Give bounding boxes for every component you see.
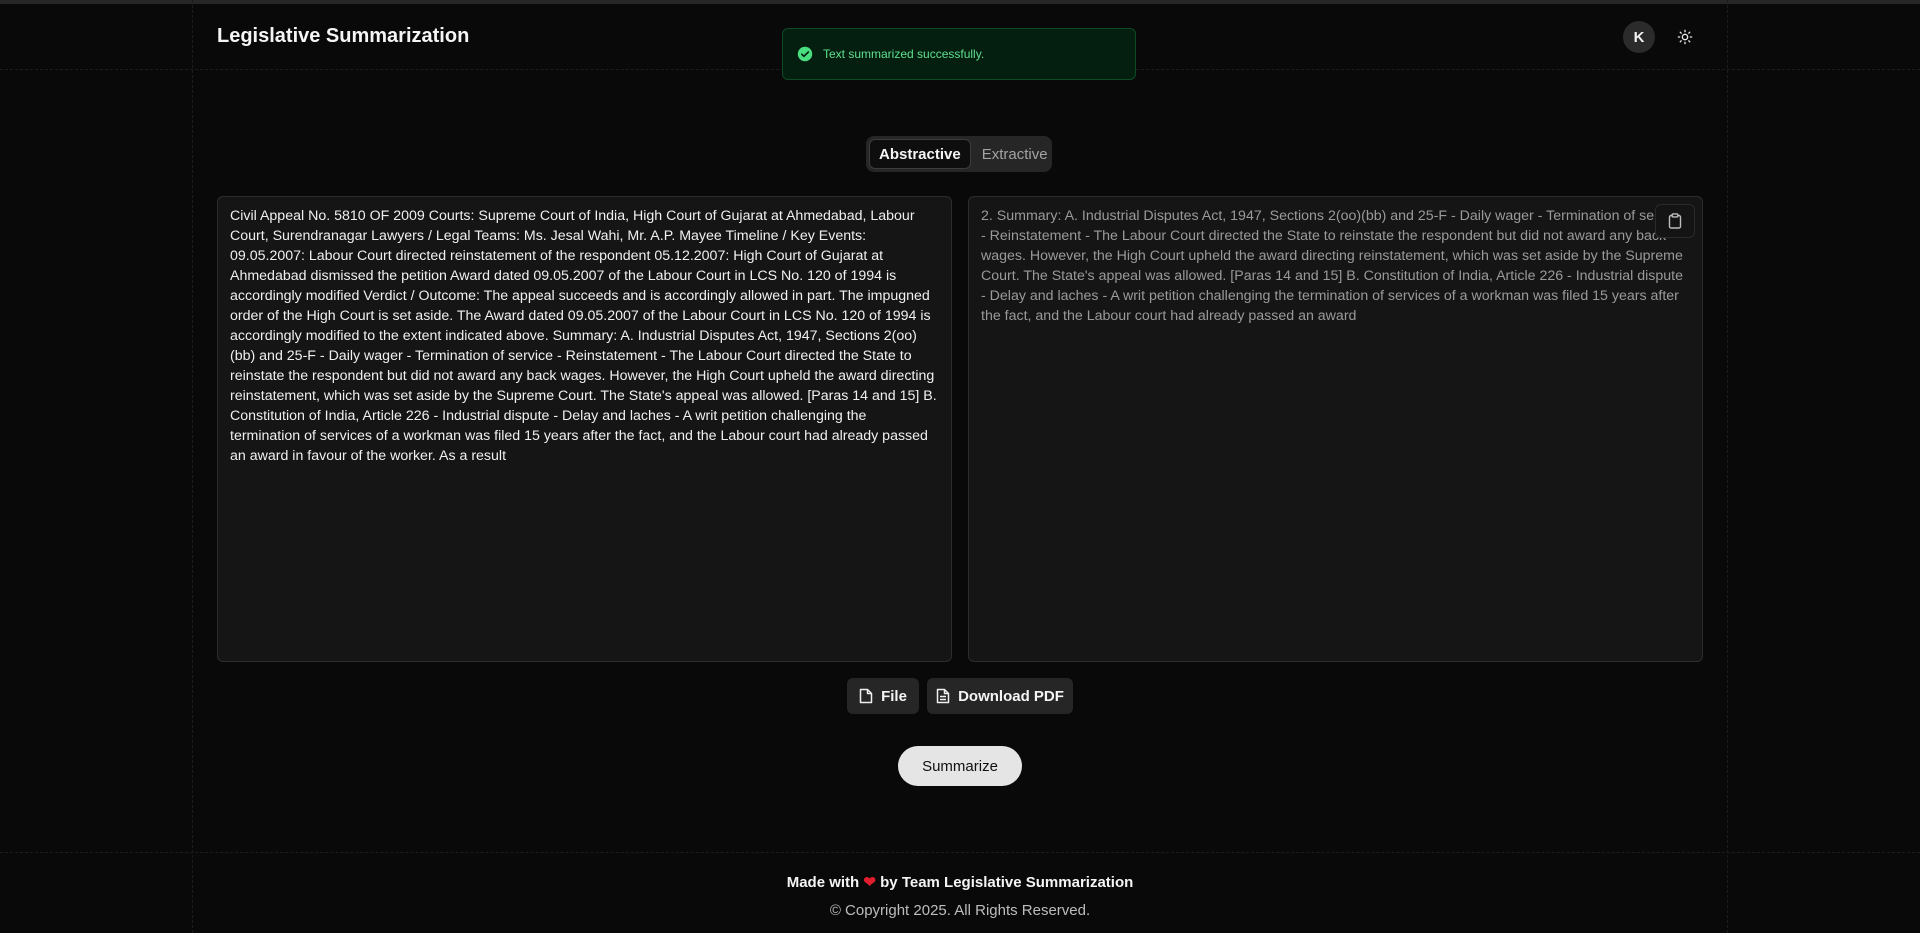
mode-tabs: Abstractive Extractive [866, 136, 1052, 172]
team-text: by Team Legislative Summarization [880, 874, 1134, 891]
heart-icon: ❤ [863, 874, 876, 891]
toast-message: Text summarized successfully. [823, 47, 985, 61]
top-border [0, 0, 1920, 4]
grid-line-right [1727, 0, 1728, 933]
file-button-label: File [881, 687, 907, 705]
input-textarea[interactable]: Civil Appeal No. 5810 OF 2009 Courts: Su… [217, 196, 952, 662]
file-text-icon [936, 688, 950, 704]
check-circle-icon [797, 46, 813, 62]
tab-extractive[interactable]: Extractive [973, 139, 1057, 169]
footer-credit: Made with ❤ by Team Legislative Summariz… [0, 873, 1920, 891]
download-pdf-button[interactable]: Download PDF [927, 678, 1073, 714]
footer-divider [0, 852, 1920, 853]
file-upload-button[interactable]: File [847, 678, 919, 714]
file-icon [859, 688, 873, 704]
summary-output: 2. Summary: A. Industrial Disputes Act, … [968, 196, 1703, 662]
success-toast: Text summarized successfully. [782, 28, 1136, 80]
copy-button[interactable] [1655, 204, 1695, 238]
summarize-button[interactable]: Summarize [898, 746, 1022, 786]
download-button-label: Download PDF [958, 687, 1064, 705]
page-title: Legislative Summarization [217, 25, 470, 47]
theme-toggle-button[interactable] [1673, 25, 1697, 49]
avatar[interactable]: K [1623, 21, 1655, 53]
copyright: © Copyright 2025. All Rights Reserved. [829, 902, 1091, 919]
summary-text: 2. Summary: A. Industrial Disputes Act, … [981, 208, 1685, 324]
grid-line-left [192, 0, 193, 933]
tab-abstractive[interactable]: Abstractive [869, 139, 971, 169]
clipboard-icon [1668, 213, 1682, 229]
sun-icon [1677, 29, 1693, 45]
made-with-text: Made with [786, 874, 860, 891]
